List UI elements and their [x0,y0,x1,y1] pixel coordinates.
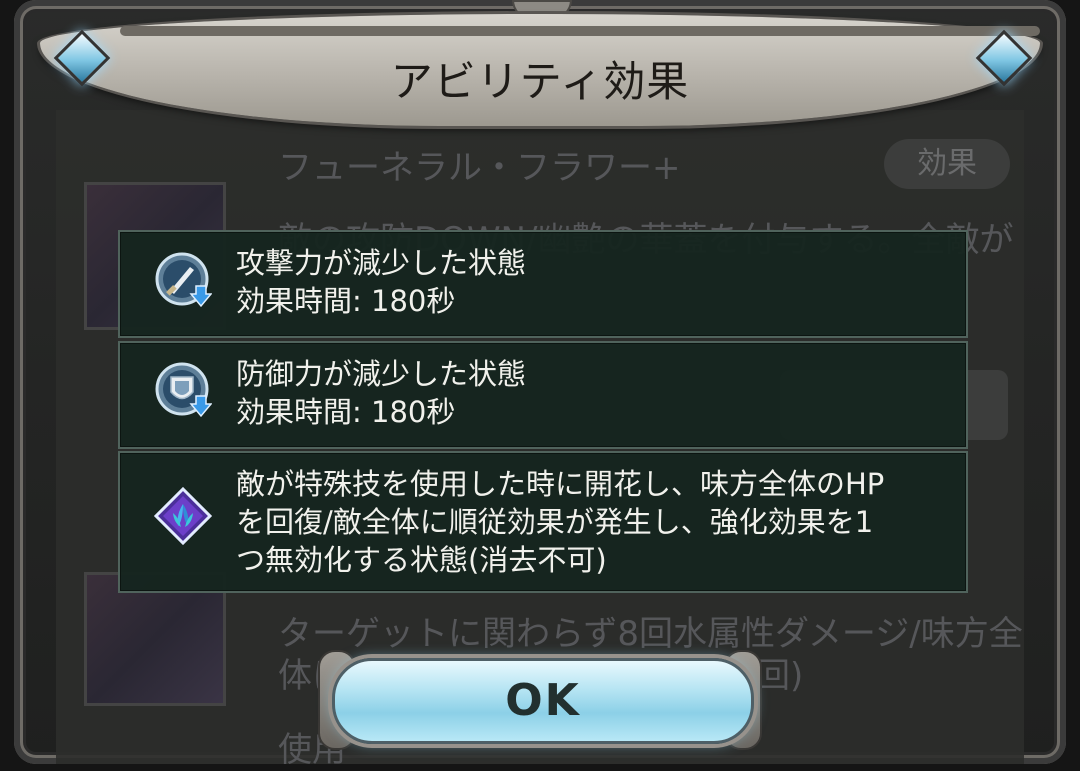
bg-effect-chip: 効果 [884,139,1010,189]
effect-3-line-3: つ無効化する状態(消去不可) [236,543,607,577]
bg-skill-name: フューネラル・フラワー+ [278,148,681,188]
ok-button[interactable]: OK [332,658,754,744]
ok-button-wrapper: OK [318,650,762,750]
bg-skill-line-2: ターゲットに関わらず8回水属性ダメージ/味方全 [278,614,1023,654]
effect-2-line-2: 効果時間: 180秒 [236,395,456,429]
defense-down-icon [155,362,212,418]
effect-3-line-1: 敵が特殊技を使用した時に開花し、味方全体のHP [236,467,885,501]
banner-rim [120,26,1040,36]
dialog-title: アビリティ効果 [390,57,690,106]
blossom-icon [154,487,212,545]
effect-2-line-1: 防御力が減少した状態 [236,357,527,391]
effect-1-line-2: 効果時間: 180秒 [236,284,456,318]
effect-1-line-1: 攻撃力が減少した状態 [236,246,527,280]
attack-down-icon [155,252,212,308]
bg-skill-line-3b: 回) [756,656,804,696]
effect-3-line-2: を回復/敵全体に順従効果が発生し、強化効果を1 [236,505,874,539]
